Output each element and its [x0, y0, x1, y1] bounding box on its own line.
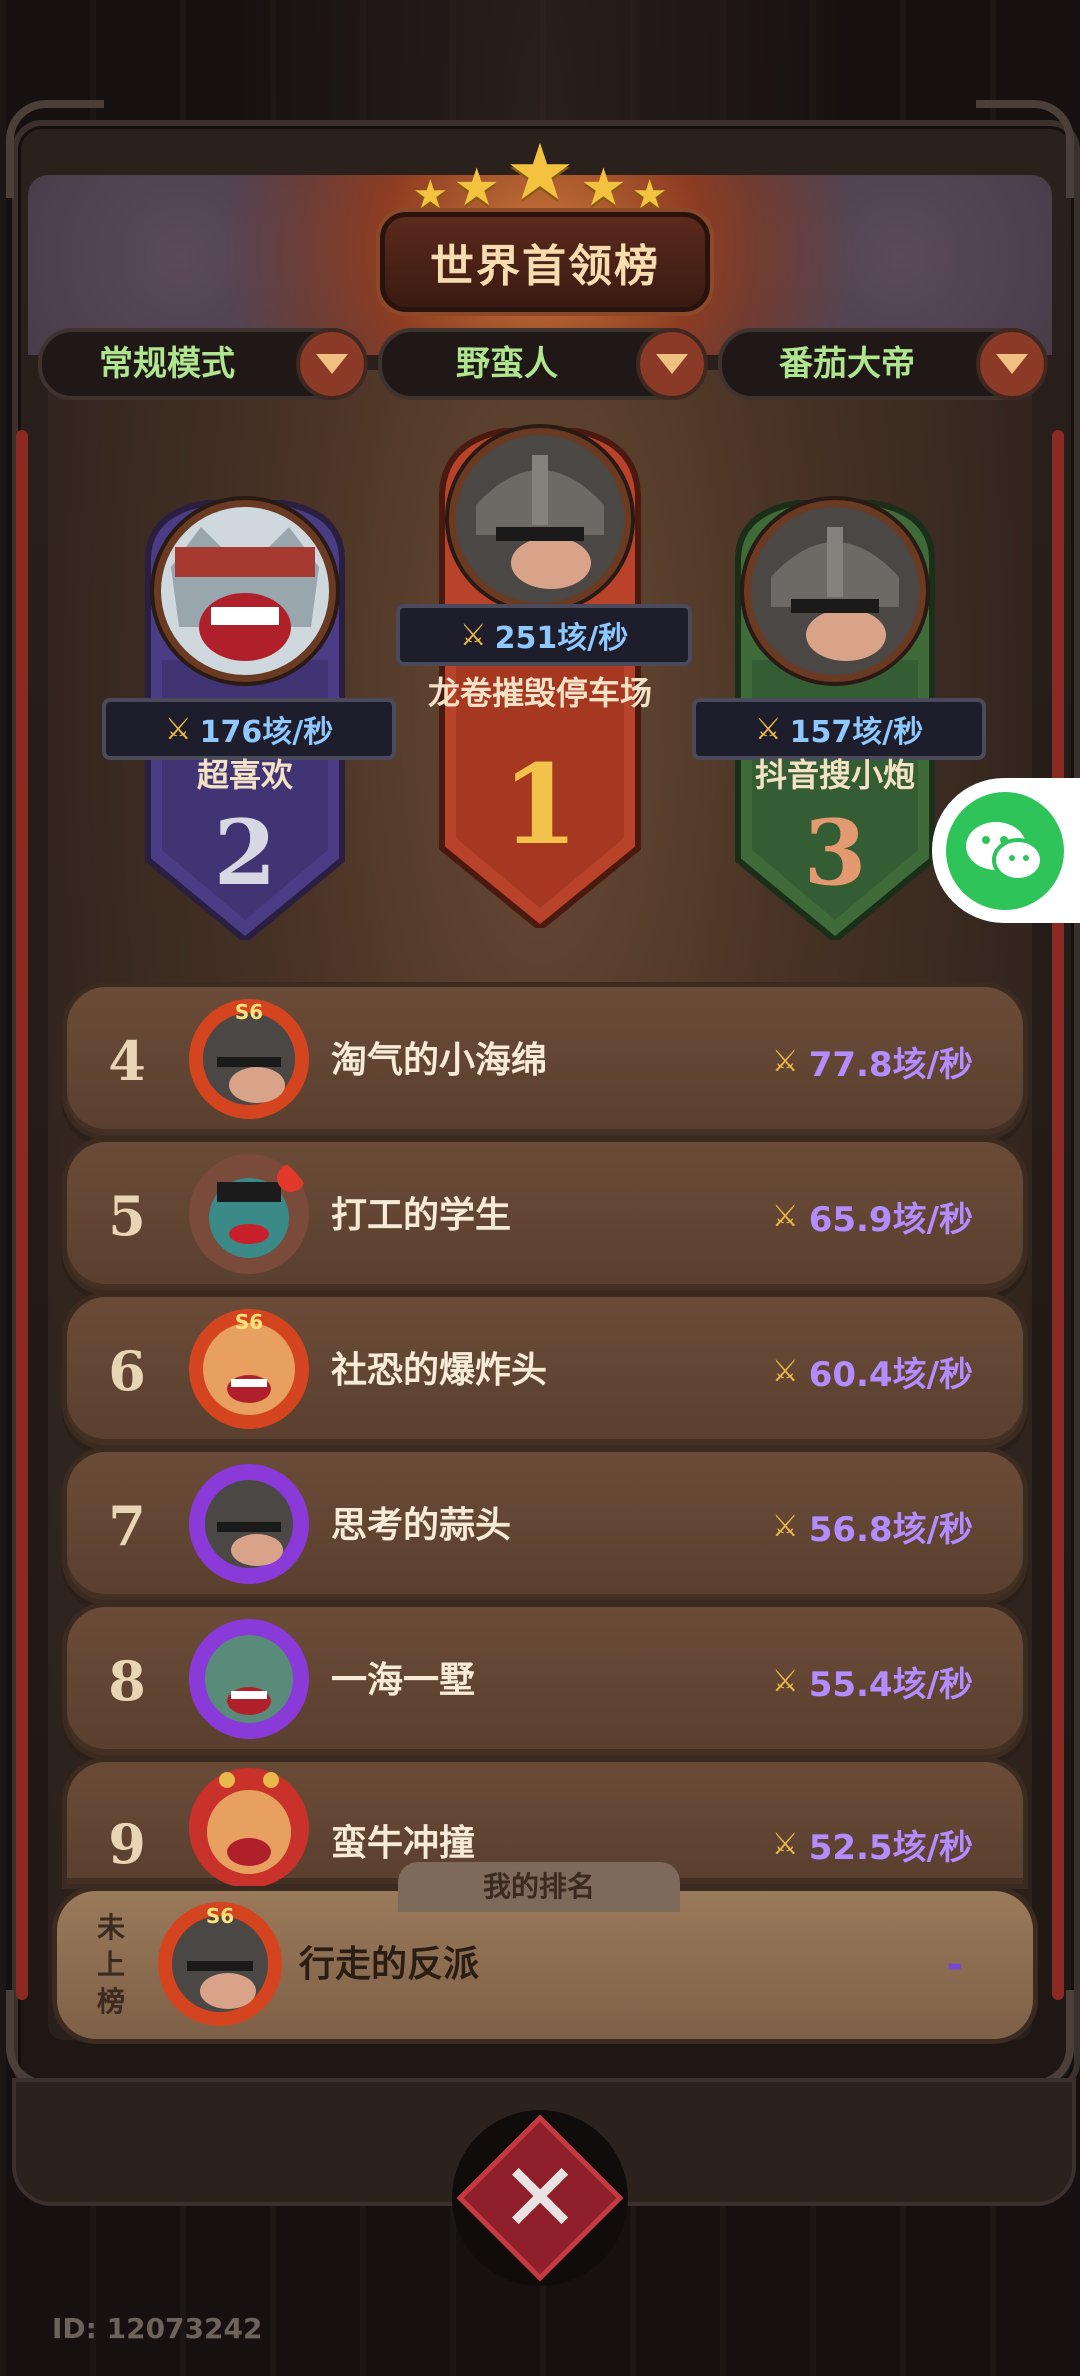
mode-dropdown-label: 常规模式	[99, 344, 235, 384]
avatar: S6	[187, 1307, 312, 1432]
podium-second[interactable]: ⚔ 176垓/秒 超喜欢 2	[102, 500, 396, 940]
rank-number: 3	[803, 800, 867, 906]
score-value: 55.4垓/秒	[808, 1664, 973, 1705]
player-name: 淘气的小海绵	[331, 1040, 548, 1081]
chevron-down-icon[interactable]	[296, 328, 368, 400]
list-item[interactable]: 8 一海一墅 ⚔ 55.4垓/秒	[62, 1602, 1028, 1760]
boss-dropdown-label: 番茄大帝	[779, 344, 915, 384]
crossed-swords-icon: ⚔	[771, 1508, 799, 1544]
rank-number: 5	[108, 1184, 146, 1248]
score: ⚔ 77.8垓/秒	[772, 987, 973, 1135]
podium-third[interactable]: ⚔ 157垓/秒 抖音搜小炮 3	[692, 500, 986, 940]
list-item[interactable]: 5 打工的学生 ⚔ 65.9垓/秒	[62, 1137, 1028, 1295]
boss-dropdown[interactable]: 番茄大帝	[718, 328, 1048, 400]
crossed-swords-icon: ⚔	[164, 711, 192, 747]
rank-number: 4	[108, 1029, 146, 1093]
rank-number: 1	[501, 740, 579, 869]
close-x-icon: ✕	[456, 2114, 624, 2282]
podium-score: 176垓/秒	[199, 715, 334, 750]
mode-dropdown[interactable]: 常规模式	[38, 328, 368, 400]
close-button[interactable]: ✕	[452, 2110, 628, 2286]
avatar	[187, 1766, 312, 1891]
class-dropdown[interactable]: 野蛮人	[378, 328, 708, 400]
class-dropdown-label: 野蛮人	[456, 344, 558, 384]
podium-name: 龙卷摧毁停车场	[427, 674, 652, 712]
score-value: 52.5垓/秒	[808, 1827, 973, 1868]
season-badge: S6	[206, 1904, 234, 1928]
score: ⚔ 55.4垓/秒	[772, 1607, 973, 1755]
avatar: S6	[155, 1899, 285, 2029]
user-id: ID: 12073242	[52, 2312, 263, 2345]
crossed-swords-icon: ⚔	[771, 1198, 799, 1234]
list-item[interactable]: 7 思考的蒜头 ⚔ 56.8垓/秒	[62, 1447, 1028, 1605]
page-title: 世界首领榜	[430, 241, 660, 292]
podium-score: 157垓/秒	[789, 715, 924, 750]
star-rating: ★ ★ ★ ★ ★	[0, 128, 1080, 218]
player-name: 社恐的爆炸头	[331, 1350, 548, 1391]
season-badge: S6	[235, 1000, 263, 1024]
podium-name: 超喜欢	[196, 756, 293, 794]
star-icon: ★	[580, 158, 627, 218]
list-item[interactable]: 6 S6 社恐的爆炸头 ⚔ 60.4垓/秒	[62, 1292, 1028, 1450]
podium-name: 抖音搜小炮	[754, 756, 915, 794]
star-icon: ★	[453, 158, 500, 218]
score: ⚔ 56.8垓/秒	[772, 1452, 973, 1600]
rank-number: 8	[108, 1649, 146, 1713]
player-name: 行走的反派	[299, 1944, 480, 1985]
crossed-swords-icon: ⚔	[771, 1353, 799, 1389]
rank-number: 6	[108, 1339, 146, 1403]
avatar	[449, 428, 631, 610]
season-badge: S6	[235, 1310, 263, 1334]
rank-number: 2	[213, 800, 277, 906]
crossed-swords-icon: ⚔	[771, 1663, 799, 1699]
score-value: 56.8垓/秒	[808, 1509, 973, 1550]
wechat-share-button[interactable]	[932, 778, 1080, 923]
player-name: 思考的蒜头	[331, 1505, 512, 1546]
crossed-swords-icon: ⚔	[771, 1826, 799, 1862]
frame-rail	[16, 430, 28, 2000]
wechat-icon	[946, 791, 1064, 910]
avatar	[187, 1152, 312, 1277]
player-name: 一海一墅	[331, 1660, 476, 1701]
podium-first[interactable]: ⚔ 251垓/秒 龙卷摧毁停车场 1	[396, 428, 692, 928]
star-icon: ★	[505, 128, 575, 218]
score: ⚔ 60.4垓/秒	[772, 1297, 973, 1445]
score-value: -	[946, 1942, 963, 1988]
chevron-down-icon[interactable]	[636, 328, 708, 400]
title-plate: 世界首领榜	[380, 212, 710, 312]
crossed-swords-icon: ⚔	[771, 1043, 799, 1079]
score-value: 60.4垓/秒	[808, 1354, 973, 1395]
list-item[interactable]: 4 S6 淘气的小海绵 ⚔ 77.8垓/秒	[62, 982, 1028, 1140]
crossed-swords-icon: ⚔	[459, 617, 487, 653]
avatar	[154, 500, 336, 682]
chevron-down-icon[interactable]	[976, 328, 1048, 400]
frame-rail	[1052, 430, 1064, 2000]
score-value: 65.9垓/秒	[808, 1199, 973, 1240]
rank-number: 7	[108, 1494, 146, 1558]
avatar	[744, 500, 926, 682]
score-value: 77.8垓/秒	[808, 1044, 973, 1085]
crossed-swords-icon: ⚔	[754, 711, 782, 747]
my-rank-tab: 我的排名	[398, 1862, 680, 1912]
avatar: S6	[187, 997, 312, 1122]
unranked-label: 未上榜	[96, 1911, 125, 2018]
player-name: 打工的学生	[331, 1195, 512, 1236]
avatar	[187, 1617, 312, 1742]
podium-score: 251垓/秒	[494, 621, 629, 656]
avatar	[187, 1462, 312, 1587]
score-tag: ⚔ 251垓/秒	[396, 604, 692, 666]
score: ⚔ 65.9垓/秒	[772, 1142, 973, 1290]
